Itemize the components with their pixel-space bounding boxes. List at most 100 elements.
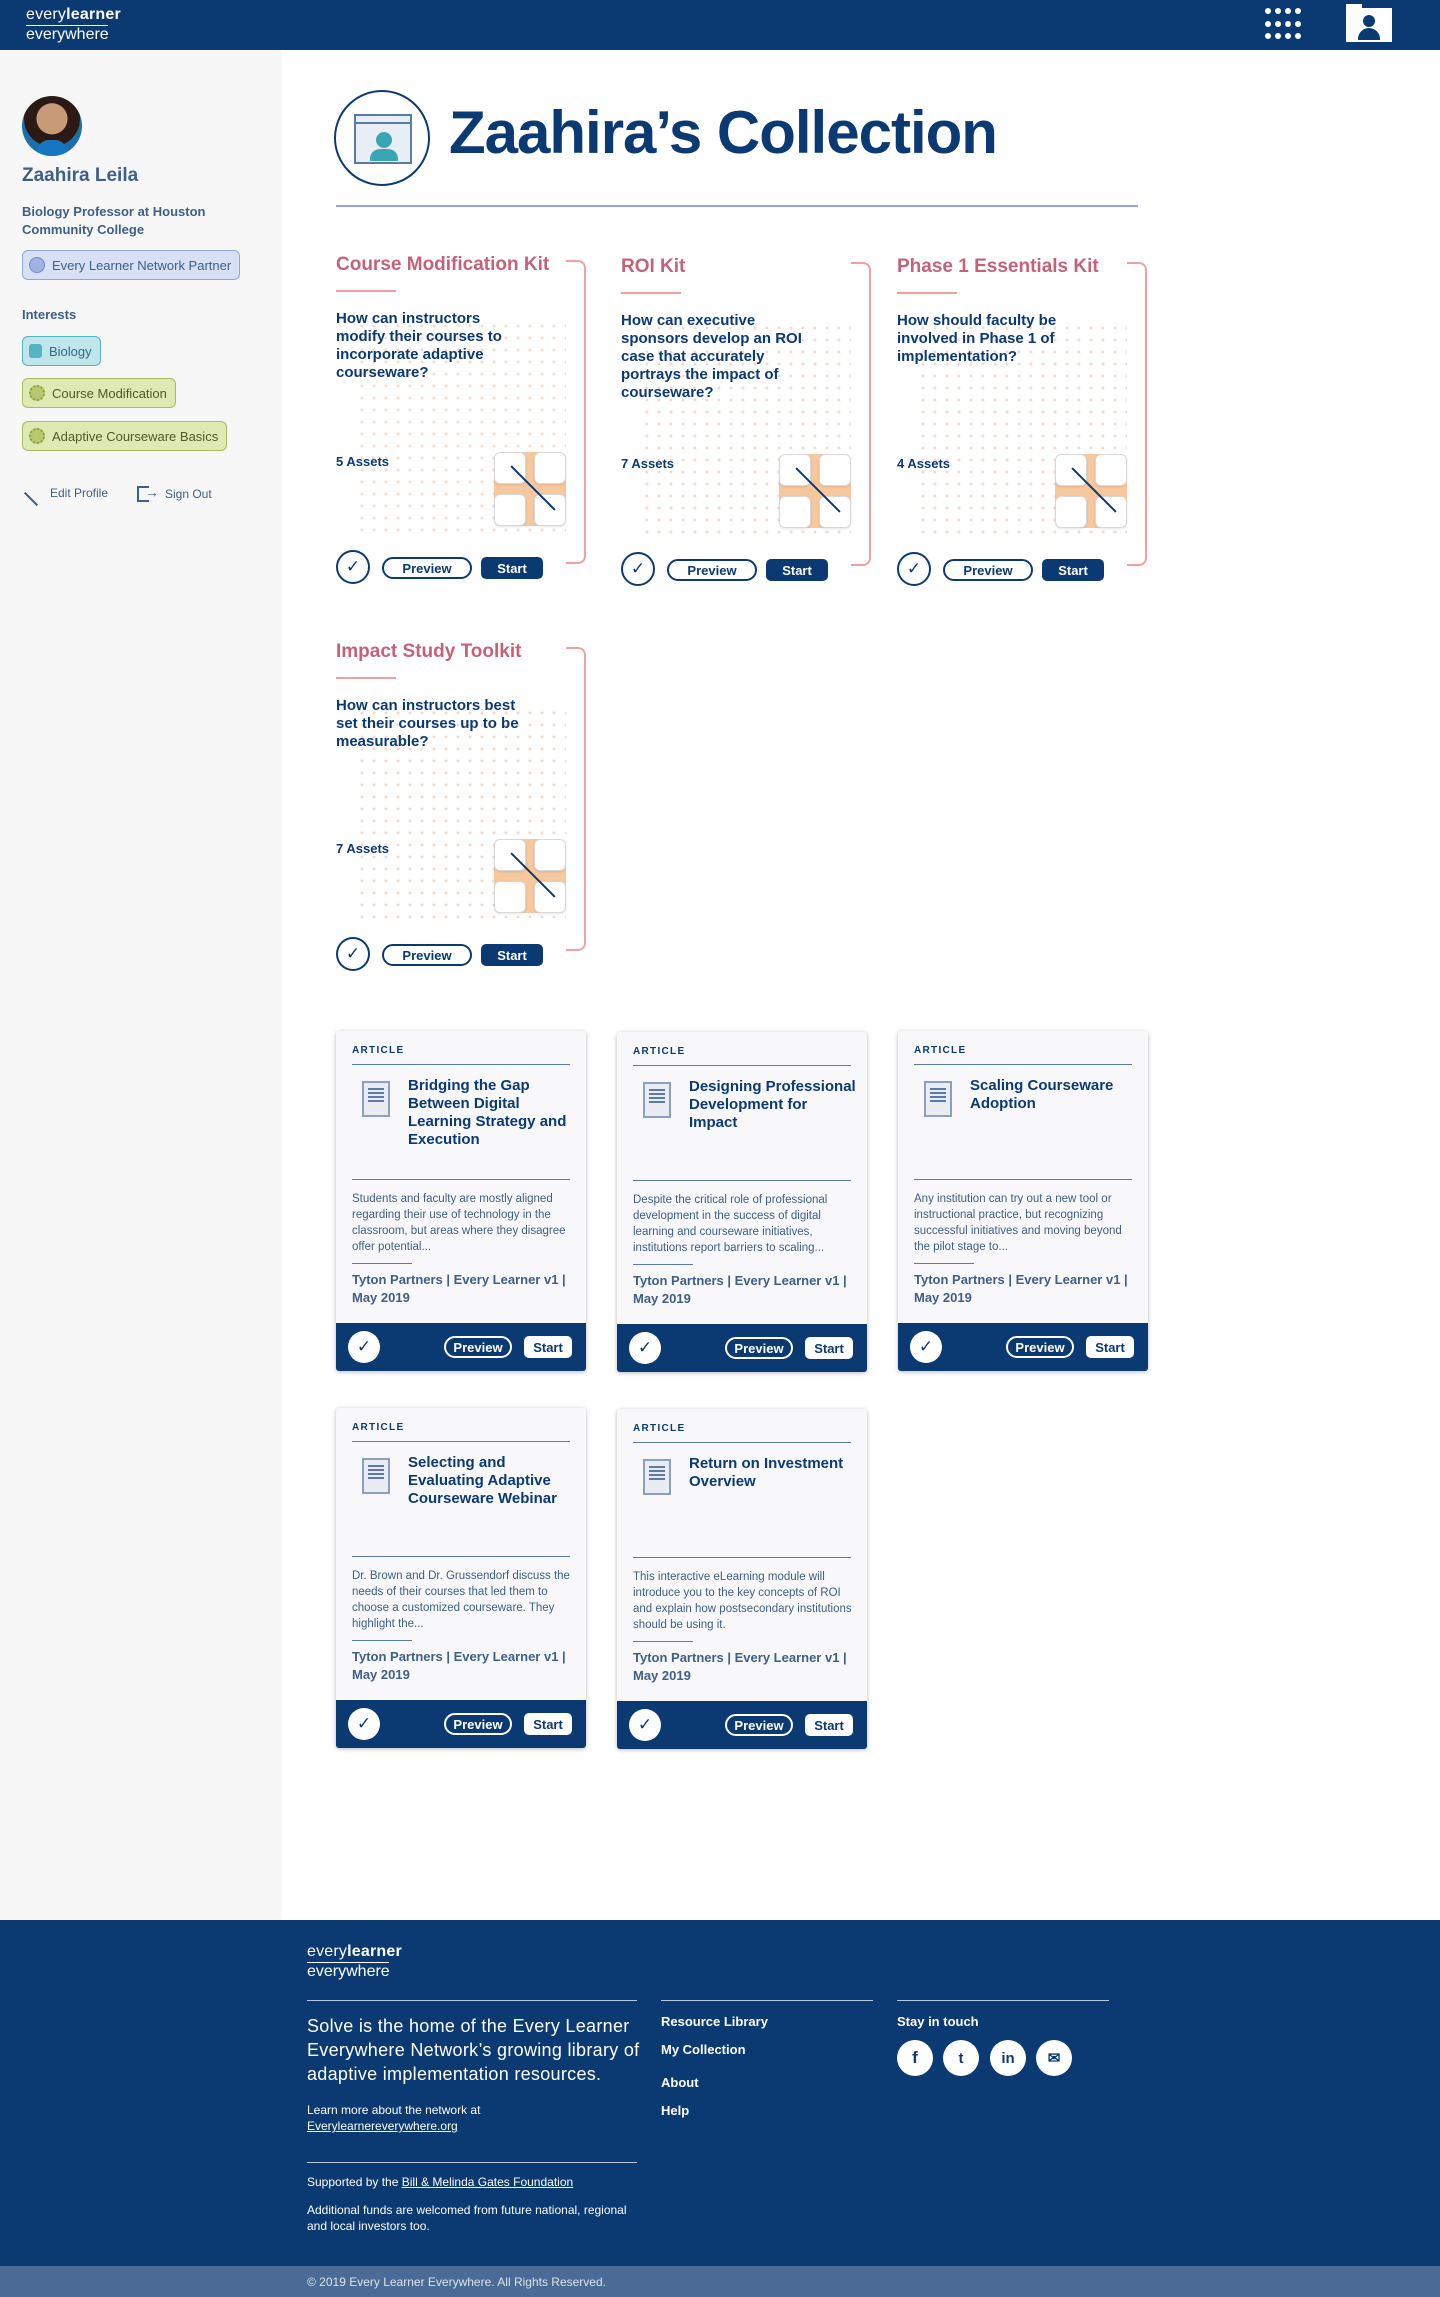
article-description: This interactive eLearning module will i… [633, 1571, 852, 1631]
collection-icon [334, 90, 430, 186]
start-button[interactable]: Start [1042, 559, 1104, 581]
article-card: ARTICLE Bridging the Gap Between Digital… [336, 1031, 586, 1371]
interest-label: Adaptive Courseware Basics [52, 428, 219, 444]
copyright-bar: © 2019 Every Learner Everywhere. All Rig… [0, 2266, 1440, 2297]
preview-button[interactable]: Preview [382, 557, 472, 579]
checkmark-icon[interactable]: ✓ [336, 937, 370, 971]
document-icon [643, 1082, 671, 1118]
stay-in-touch-heading: Stay in touch [897, 2014, 979, 2029]
start-button[interactable]: Start [805, 1714, 853, 1736]
article-title[interactable]: Designing Professional Development for I… [689, 1078, 857, 1132]
article-byline: Tyton Partners | Every Learner v1 | May … [633, 1650, 847, 1683]
article-title[interactable]: Selecting and Evaluating Adaptive Course… [408, 1454, 576, 1508]
article-card: ARTICLE Return on Investment Overview Th… [617, 1409, 867, 1749]
checkmark-icon[interactable]: ✓ [629, 1332, 661, 1364]
puzzle-expand-icon [779, 454, 851, 528]
article-actions: ✓ Preview Start [617, 1701, 867, 1749]
kit-asset-count: 7 Assets [336, 841, 389, 856]
every-learner-logo[interactable]: everylearner everywhere [26, 7, 121, 43]
kit-title[interactable]: Course Modification Kit [336, 254, 549, 276]
kit-title[interactable]: Impact Study Toolkit [336, 641, 521, 663]
logo-text-every: every [26, 6, 67, 23]
preview-button[interactable]: Preview [444, 1336, 512, 1358]
kit-title[interactable]: Phase 1 Essentials Kit [897, 256, 1099, 278]
start-button[interactable]: Start [766, 559, 828, 581]
preview-button[interactable]: Preview [943, 559, 1033, 581]
learn-more-text: Learn more about the network at [307, 2103, 481, 2117]
facebook-icon[interactable]: f [897, 2040, 933, 2076]
article-title[interactable]: Scaling Courseware Adoption [970, 1077, 1138, 1113]
article-actions: ✓ Preview Start [898, 1323, 1148, 1371]
kit-asset-count: 5 Assets [336, 454, 389, 469]
partner-icon [29, 257, 45, 273]
footer-logo[interactable]: everylearner everywhere [307, 1944, 402, 1980]
article-title[interactable]: Bridging the Gap Between Digital Learnin… [408, 1077, 576, 1149]
checkmark-icon[interactable]: ✓ [348, 1708, 380, 1740]
linkedin-icon[interactable]: in [990, 2040, 1026, 2076]
gates-foundation-link[interactable]: Bill & Melinda Gates Foundation [402, 2175, 573, 2189]
twitter-icon[interactable]: t [943, 2040, 979, 2076]
article-actions: ✓ Preview Start [336, 1700, 586, 1748]
supported-by-text: Supported by the [307, 2175, 399, 2189]
article-tag: ARTICLE [633, 1046, 686, 1057]
gear-icon [29, 385, 45, 401]
article-title[interactable]: Return on Investment Overview [689, 1455, 857, 1491]
article-description: Dr. Brown and Dr. Grussendorf discuss th… [352, 1570, 570, 1630]
footer-link-resource-library[interactable]: Resource Library [661, 2014, 768, 2029]
article-description: Students and faculty are mostly aligned … [352, 1193, 566, 1253]
article-card: ARTICLE Selecting and Evaluating Adaptiv… [336, 1408, 586, 1748]
partner-badge-label: Every Learner Network Partner [52, 257, 232, 273]
kit-question: How can executive sponsors develop an RO… [621, 312, 802, 401]
interest-tag-adaptive-courseware-basics[interactable]: Adaptive Courseware Basics [22, 421, 228, 451]
preview-button[interactable]: Preview [444, 1713, 512, 1735]
article-tag: ARTICLE [352, 1045, 405, 1056]
footer-link-my-collection[interactable]: My Collection [661, 2042, 746, 2057]
profile-card-icon[interactable] [1346, 4, 1392, 42]
checkmark-icon[interactable]: ✓ [897, 552, 931, 586]
article-description: Any institution can try out a new tool o… [914, 1193, 1122, 1253]
kit-question: How can instructors modify their courses… [336, 310, 502, 381]
preview-button[interactable]: Preview [725, 1337, 793, 1359]
email-icon[interactable]: ✉ [1036, 2040, 1072, 2076]
start-button[interactable]: Start [481, 944, 543, 966]
article-card: ARTICLE Designing Professional Developme… [617, 1032, 867, 1372]
logo-text-every: every [307, 1943, 348, 1960]
start-button[interactable]: Start [524, 1713, 572, 1735]
checkmark-icon[interactable]: ✓ [910, 1331, 942, 1363]
checkmark-icon[interactable]: ✓ [621, 552, 655, 586]
interest-tag-biology[interactable]: Biology [22, 336, 101, 366]
article-byline: Tyton Partners | Every Learner v1 | May … [352, 1649, 566, 1682]
footer-link-about[interactable]: About [661, 2075, 699, 2090]
logo-text-learner: learner [66, 6, 121, 23]
preview-button[interactable]: Preview [667, 559, 757, 581]
kit-asset-count: 4 Assets [897, 456, 950, 471]
checkmark-icon[interactable]: ✓ [336, 550, 370, 584]
puzzle-expand-icon [494, 452, 566, 526]
logo-text-everywhere: everywhere [26, 26, 109, 43]
edit-profile-link[interactable]: Edit Profile [22, 486, 108, 507]
copyright-text: © 2019 Every Learner Everywhere. All Rig… [307, 2275, 606, 2289]
footer-link-help[interactable]: Help [661, 2103, 689, 2118]
kit-title[interactable]: ROI Kit [621, 256, 685, 278]
preview-button[interactable]: Preview [1006, 1336, 1074, 1358]
preview-button[interactable]: Preview [725, 1714, 793, 1736]
learn-more-link[interactable]: Everylearnereverywhere.org [307, 2119, 458, 2133]
sign-out-link[interactable]: Sign Out [137, 484, 212, 502]
start-button[interactable]: Start [1086, 1336, 1134, 1358]
kit-card: Impact Study Toolkit How can instructors… [336, 641, 586, 981]
user-name: Zaahira Leila [22, 165, 139, 186]
puzzle-expand-icon [494, 839, 566, 913]
start-button[interactable]: Start [481, 557, 543, 579]
start-button[interactable]: Start [524, 1336, 572, 1358]
partner-badge: Every Learner Network Partner [22, 250, 241, 280]
preview-button[interactable]: Preview [382, 944, 472, 966]
document-icon [362, 1081, 390, 1117]
checkmark-icon[interactable]: ✓ [629, 1709, 661, 1741]
checkmark-icon[interactable]: ✓ [348, 1331, 380, 1363]
start-button[interactable]: Start [805, 1337, 853, 1359]
profile-sidebar [0, 50, 282, 1920]
interest-tag-course-modification[interactable]: Course Modification [22, 378, 176, 408]
kit-card: Phase 1 Essentials Kit How should facult… [897, 256, 1147, 596]
user-title: Biology Professor at Houston Community C… [22, 204, 206, 237]
apps-grid-icon[interactable] [1265, 8, 1301, 42]
